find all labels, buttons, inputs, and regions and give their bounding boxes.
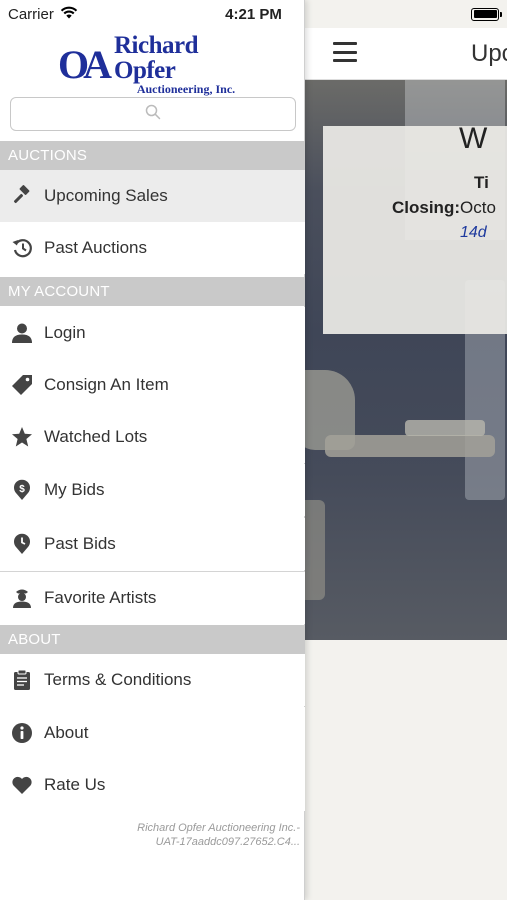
sale-subtitle: Ti — [474, 173, 489, 192]
menu-item-past-auctions[interactable]: Past Auctions — [0, 222, 305, 274]
menu-item-favorite-artists[interactable]: Favorite Artists — [0, 572, 305, 624]
menu-icon[interactable] — [333, 42, 357, 62]
menu-item-my-bids[interactable]: $ My Bids — [0, 464, 305, 516]
svg-text:$: $ — [19, 484, 25, 495]
menu-label: Terms & Conditions — [44, 670, 192, 689]
sale-title: W — [459, 122, 488, 155]
main-content: Upc W Ti Closing:Octo 14d — [305, 0, 507, 900]
clock-pin-icon — [11, 533, 33, 555]
menu-item-about[interactable]: About — [0, 707, 305, 759]
tag-icon — [11, 374, 33, 396]
version-footer: Richard Opfer Auctioneering Inc.- UAT-17… — [120, 821, 300, 849]
footer-line-2: UAT-17aaddc097.27652.C4... — [155, 836, 300, 848]
section-about: ABOUT — [0, 625, 305, 654]
person-icon — [11, 322, 33, 344]
status-left: Carrier — [8, 6, 78, 23]
section-my-account: MY ACCOUNT — [0, 277, 305, 306]
menu-item-terms[interactable]: Terms & Conditions — [0, 654, 305, 706]
hero-image[interactable]: W Ti Closing:Octo 14d — [305, 80, 507, 640]
menu-label: Favorite Artists — [44, 588, 157, 607]
menu-label: Consign An Item — [44, 375, 169, 394]
menu-label: Rate Us — [44, 775, 106, 794]
menu-label: My Bids — [44, 480, 105, 499]
search-field[interactable] — [10, 97, 296, 131]
heart-icon — [11, 774, 33, 796]
closing-label: Closing: — [392, 198, 460, 217]
menu-label: Past Auctions — [44, 238, 148, 257]
star-icon — [11, 426, 33, 448]
menu-label: Upcoming Sales — [44, 186, 168, 205]
menu-item-upcoming-sales[interactable]: Upcoming Sales — [0, 170, 305, 222]
menu-item-rate-us[interactable]: Rate Us — [0, 759, 305, 811]
logo-mark: OA — [58, 42, 112, 87]
main-header: Upc — [305, 28, 507, 80]
company-logo: OA Richard Opfer Auctioneering, Inc. — [58, 33, 258, 96]
info-icon — [11, 722, 33, 744]
logo-subtitle: Auctioneering, Inc. — [136, 82, 236, 97]
menu-item-consign[interactable]: Consign An Item — [0, 359, 305, 411]
gavel-icon — [11, 185, 33, 207]
closing-value: Octo — [460, 198, 496, 217]
page-title: Upc — [471, 40, 507, 67]
menu-label: Login — [44, 323, 86, 342]
carrier-label: Carrier — [8, 5, 54, 23]
menu-item-past-bids[interactable]: Past Bids — [0, 518, 305, 570]
logo-name: Richard Opfer — [114, 32, 199, 85]
menu-label: Watched Lots — [44, 427, 148, 446]
menu-label: Past Bids — [44, 534, 116, 553]
clipboard-icon — [11, 669, 33, 691]
artist-icon — [11, 587, 33, 609]
section-auctions: AUCTIONS — [0, 141, 305, 170]
footer-line-1: Richard Opfer Auctioneering Inc.- — [137, 822, 300, 834]
time-remaining: 14d — [460, 224, 487, 241]
history-icon — [11, 237, 33, 259]
menu-label: About — [44, 723, 89, 742]
side-drawer: OA Richard Opfer Auctioneering, Inc. AUC… — [0, 0, 305, 900]
menu-item-login[interactable]: Login — [0, 307, 305, 359]
sale-closing: Closing:Octo — [392, 198, 496, 218]
wifi-icon — [60, 6, 78, 23]
dollar-pin-icon: $ — [11, 479, 33, 501]
menu-item-watched-lots[interactable]: Watched Lots — [0, 411, 305, 463]
battery-icon — [471, 7, 502, 21]
status-bar: Carrier 4:21 PM — [0, 0, 507, 28]
search-input[interactable] — [11, 98, 295, 130]
